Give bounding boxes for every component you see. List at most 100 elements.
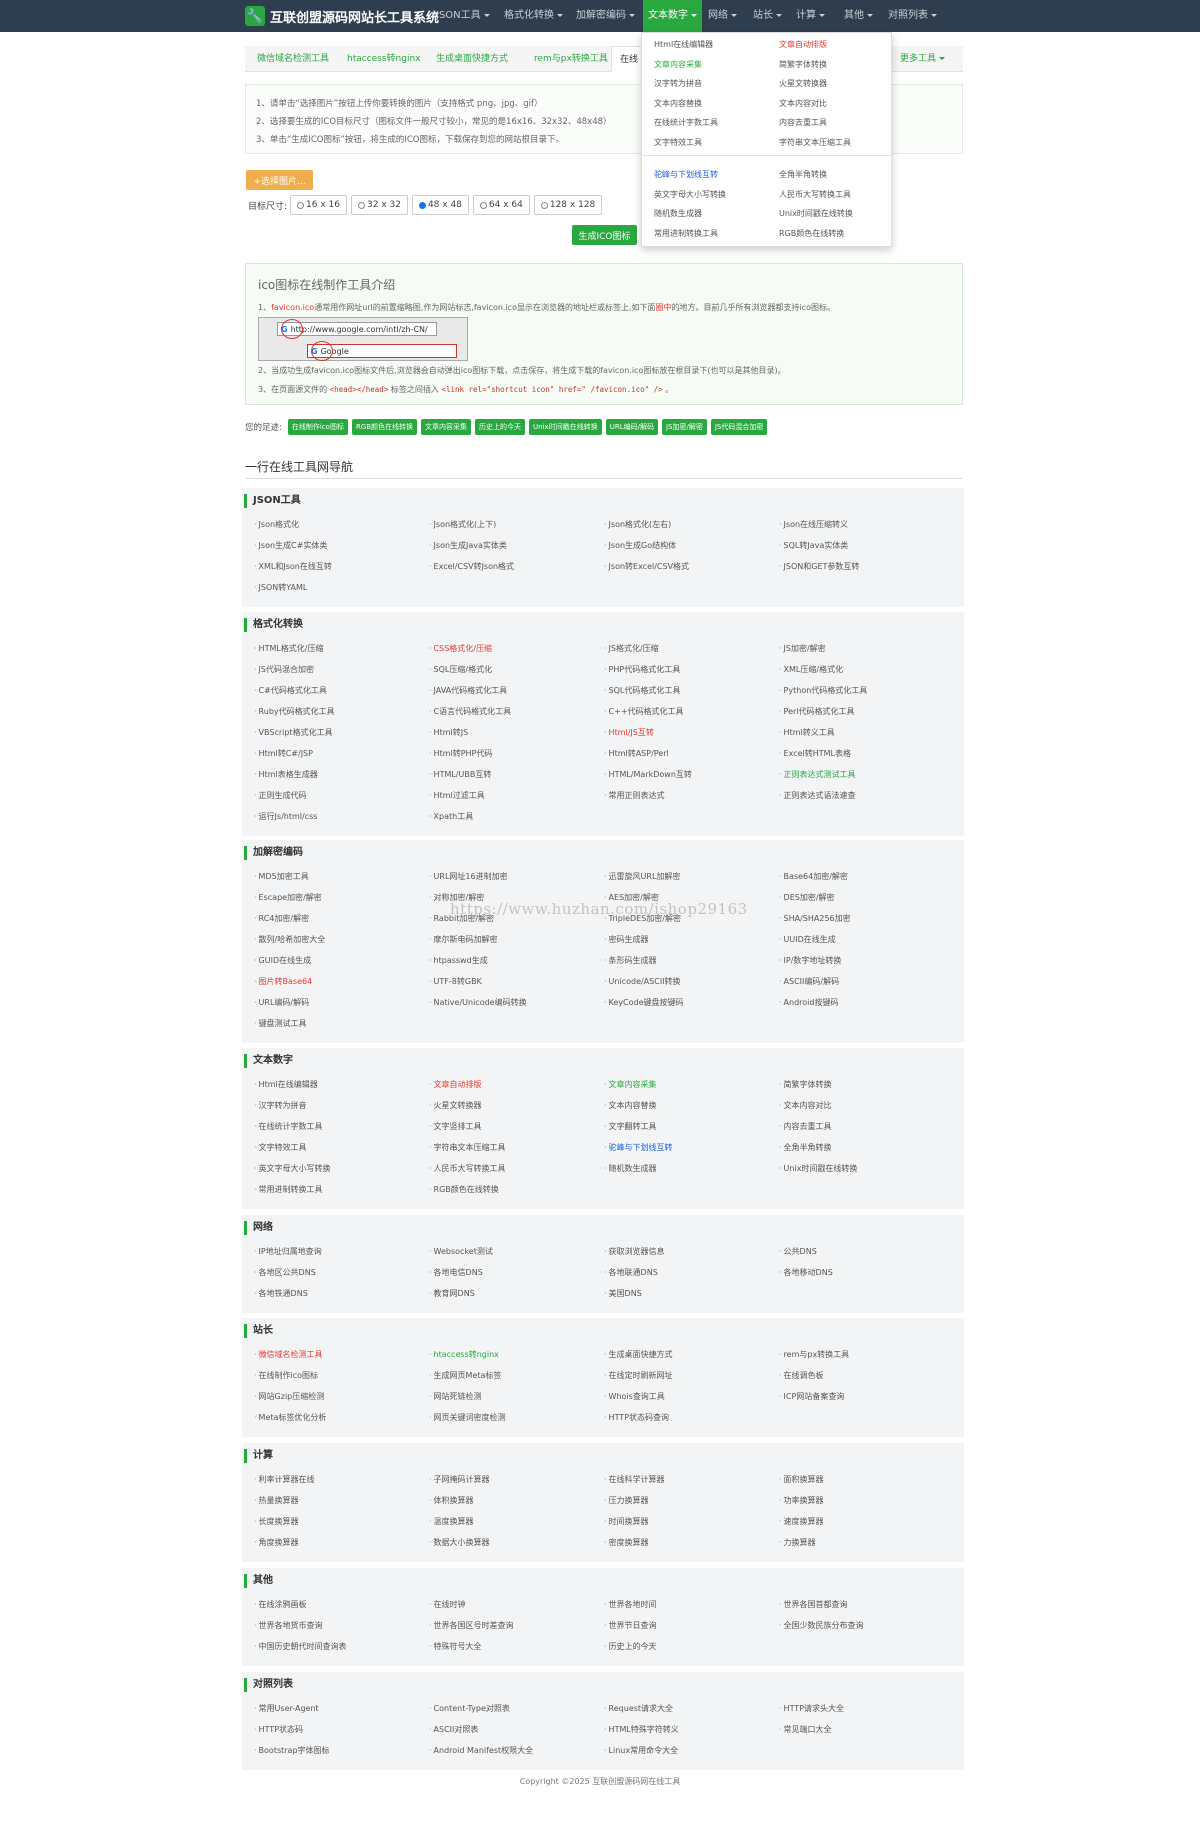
tool-link[interactable]: Excel/CSV转Json格式 (429, 561, 515, 572)
tool-link[interactable]: Json格式化(左右) (604, 519, 672, 530)
tool-link[interactable]: JAVA代码格式化工具 (429, 685, 508, 696)
tool-link[interactable]: Python代码格式化工具 (779, 685, 868, 696)
tool-link[interactable]: 各地联通DNS (604, 1267, 658, 1278)
tool-link[interactable]: 利率计算器在线 (254, 1474, 315, 1485)
tool-link[interactable]: 数据大小换算器 (429, 1537, 490, 1548)
tool-link[interactable]: 在线统计字数工具 (254, 1121, 323, 1132)
footprint-tag[interactable]: Unix时间戳在线转换 (529, 419, 602, 435)
tool-link[interactable]: JS加密/解密 (779, 643, 826, 654)
nav-item-3[interactable]: 文本数字 (643, 0, 702, 32)
footprint-tag[interactable]: 历史上的今天 (475, 419, 526, 435)
nav-item-1[interactable]: 格式化转换 (499, 0, 568, 32)
tab-rem-px[interactable]: rem与px转换工具 (526, 46, 616, 72)
tool-link[interactable]: URL网址16进制加密 (429, 871, 508, 882)
tool-link[interactable]: 世界各地时间 (604, 1599, 657, 1610)
tool-link[interactable]: HTML/UBB互转 (429, 769, 492, 780)
tool-link[interactable]: XML压缩/格式化 (779, 664, 844, 675)
tool-link[interactable]: VBScript格式化工具 (254, 727, 333, 738)
tool-link[interactable]: 英文字母大小写转换 (254, 1163, 331, 1174)
nav-item-2[interactable]: 加解密编码 (571, 0, 640, 32)
tool-link[interactable]: 微信域名检测工具 (254, 1349, 323, 1360)
tool-link[interactable]: 散列/哈希加密大全 (254, 934, 326, 945)
tool-link[interactable]: 内容去重工具 (779, 1121, 832, 1132)
tool-link[interactable]: 生成桌面快捷方式 (604, 1349, 673, 1360)
tool-link[interactable]: Perl代码格式化工具 (779, 706, 855, 717)
nav-item-0[interactable]: JSON工具 (431, 0, 495, 32)
tool-link[interactable]: 正则表达式语法速查 (779, 790, 856, 801)
tool-link[interactable]: 迅雷旋风URL加解密 (604, 871, 681, 882)
tool-link[interactable]: IP地址归属地查询 (254, 1246, 322, 1257)
tool-link[interactable]: JS代码混合加密 (254, 664, 314, 675)
radio-icon[interactable] (418, 201, 426, 209)
dropdown-item[interactable]: 在线统计字数工具 (654, 117, 718, 128)
tool-link[interactable]: Json格式化 (254, 519, 300, 530)
dropdown-item[interactable]: 文本内容替换 (654, 98, 702, 109)
tool-link[interactable]: GUID在线生成 (254, 955, 312, 966)
tool-link[interactable]: 体积换算器 (429, 1495, 474, 1506)
tool-link[interactable]: 速度换算器 (779, 1516, 824, 1527)
tool-link[interactable]: 在线调色板 (779, 1370, 824, 1381)
tool-link[interactable]: 文本内容对比 (779, 1100, 832, 1111)
tool-link[interactable]: Html过滤工具 (429, 790, 485, 801)
dropdown-item[interactable]: 内容去重工具 (779, 117, 827, 128)
nav-item-8[interactable]: 对照列表 (883, 0, 942, 32)
tool-link[interactable]: Websocket测试 (429, 1246, 493, 1257)
dropdown-item[interactable]: 全角半角转换 (779, 169, 827, 180)
tool-link[interactable]: 世界各国区号时差查询 (429, 1620, 514, 1631)
tool-link[interactable]: SQL代码格式化工具 (604, 685, 681, 696)
tool-link[interactable]: Native/Unicode编码转换 (429, 997, 527, 1008)
tool-link[interactable]: htaccess转nginx (429, 1349, 499, 1360)
tool-link[interactable]: 功率换算器 (779, 1495, 824, 1506)
tab-more-tools[interactable]: 更多工具 (892, 46, 953, 72)
footprint-tag[interactable]: JS加密/解密 (661, 419, 707, 435)
dropdown-item[interactable]: 驼峰与下划线互转 (654, 169, 718, 180)
nav-item-4[interactable]: 网络 (703, 0, 742, 32)
tool-link[interactable]: 汉字转为拼音 (254, 1100, 307, 1111)
tool-link[interactable]: 面积换算器 (779, 1474, 824, 1485)
tool-link[interactable]: C++代码格式化工具 (604, 706, 684, 717)
tool-link[interactable]: HTML特殊字符转义 (604, 1724, 679, 1735)
tool-link[interactable]: Bootstrap字体图标 (254, 1745, 330, 1756)
tool-link[interactable]: Html表格生成器 (254, 769, 318, 780)
tool-link[interactable]: CSS格式化/压缩 (429, 643, 492, 654)
tool-link[interactable]: 火星文转换器 (429, 1100, 482, 1111)
tool-link[interactable]: 在线定时刷新网址 (604, 1370, 673, 1381)
tool-link[interactable]: 常用正则表达式 (604, 790, 665, 801)
tool-link[interactable]: Unicode/ASCII转换 (604, 976, 681, 987)
tool-link[interactable]: 常用User-Agent (254, 1703, 319, 1714)
tool-link[interactable]: 在线时钟 (429, 1599, 466, 1610)
footprint-tag[interactable]: RGB颜色在线转换 (351, 419, 418, 435)
tool-link[interactable]: 全角半角转换 (779, 1142, 832, 1153)
tool-link[interactable]: Html转PHP代码 (429, 748, 493, 759)
tool-link[interactable]: Xpath工具 (429, 811, 474, 822)
size-option-2[interactable]: 48 x 48 (411, 195, 469, 215)
dropdown-item[interactable]: RGB颜色在线转换 (779, 228, 844, 239)
tool-link[interactable]: 网站死链检测 (429, 1391, 482, 1402)
tool-link[interactable]: UUID在线生成 (779, 934, 836, 945)
tool-link[interactable]: IP/数字地址转换 (779, 955, 842, 966)
tool-link[interactable]: 美国DNS (604, 1288, 642, 1299)
tool-link[interactable]: 图片转Base64 (254, 976, 313, 987)
dropdown-item[interactable]: 文章内容采集 (654, 59, 702, 70)
tool-link[interactable]: 世界各地货币查询 (254, 1620, 323, 1631)
tool-link[interactable]: JS格式化/压缩 (604, 643, 659, 654)
dropdown-item[interactable]: 文字特效工具 (654, 137, 702, 148)
tool-link[interactable]: 中国历史朝代时间查询表 (254, 1641, 347, 1652)
tool-link[interactable]: 各地电信DNS (429, 1267, 483, 1278)
dropdown-item[interactable]: 英文字母大小写转换 (654, 189, 726, 200)
tool-link[interactable]: Linux常用命令大全 (604, 1745, 679, 1756)
tool-link[interactable]: Whois查询工具 (604, 1391, 665, 1402)
tool-link[interactable]: 世界各国首都查询 (779, 1599, 848, 1610)
tool-link[interactable]: 角度换算器 (254, 1537, 299, 1548)
tool-link[interactable]: Json转Excel/CSV格式 (604, 561, 690, 572)
tool-link[interactable]: Android按键码 (779, 997, 839, 1008)
tool-link[interactable]: MD5加密工具 (254, 871, 309, 882)
tool-link[interactable]: 力换算器 (779, 1537, 816, 1548)
tool-link[interactable]: 常见端口大全 (779, 1724, 832, 1735)
tool-link[interactable]: SQL转Java实体类 (779, 540, 849, 551)
tool-link[interactable]: Base64加密/解密 (779, 871, 848, 882)
tool-link[interactable]: HTTP状态码 (254, 1724, 303, 1735)
tool-link[interactable]: 键盘测试工具 (254, 1018, 307, 1029)
nav-item-5[interactable]: 站长 (748, 0, 787, 32)
tool-link[interactable]: Json生成Java实体类 (429, 540, 507, 551)
